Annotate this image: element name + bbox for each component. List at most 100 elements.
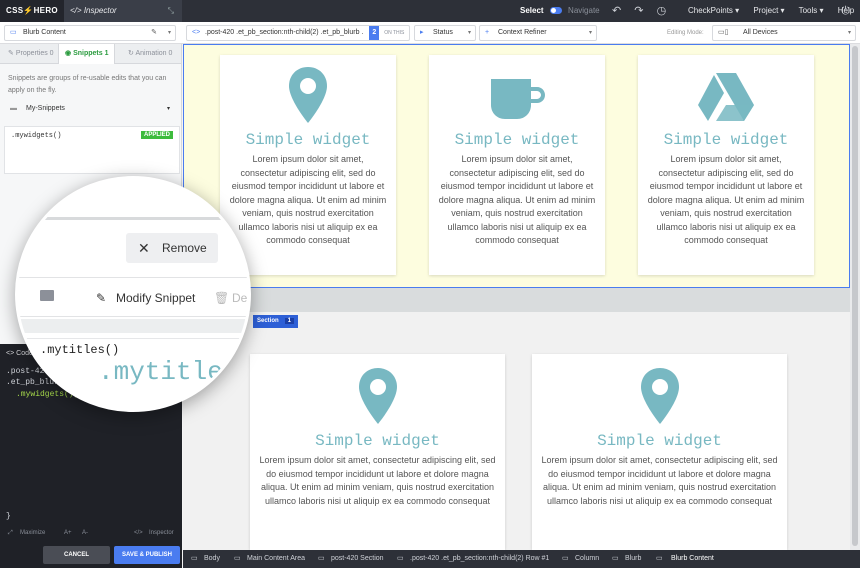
- widget-card[interactable]: Simple widget Lorem ipsum dolor sit amet…: [429, 55, 605, 275]
- history-icon[interactable]: ◷: [657, 5, 667, 17]
- section-label[interactable]: Section 1: [253, 315, 299, 328]
- menu-checkpoints[interactable]: CheckPoints ▾: [688, 6, 739, 15]
- snippets-icon: ◉: [65, 50, 72, 57]
- tab-properties-label: Properties 0: [15, 50, 54, 57]
- inspector-link[interactable]: Inspector: [149, 522, 174, 544]
- row-divider: [183, 288, 850, 312]
- code-icon: <>: [192, 29, 201, 36]
- code-icon: </>: [70, 6, 82, 15]
- cancel-button[interactable]: CANCEL: [43, 546, 110, 564]
- folder-name: My-Snippets: [26, 105, 65, 112]
- tab-properties[interactable]: ✎ Properties 0: [8, 44, 54, 64]
- font-decrease-button[interactable]: A-: [82, 522, 88, 544]
- widget-text: Lorem ipsum dolor sit amet, consectetur …: [259, 455, 496, 506]
- widget-card[interactable]: Simple widget Lorem ipsum dolor sit amet…: [220, 55, 396, 275]
- element-icon: ▭: [10, 29, 17, 36]
- folder-select[interactable]: ▬ My-Snippets ▾: [8, 101, 174, 117]
- widget-text: Lorem ipsum dolor sit amet, consectetur …: [647, 154, 805, 245]
- widget-text: Lorem ipsum dolor sit amet, consectetur …: [229, 154, 387, 245]
- snippet-name: .mytitles(): [40, 343, 120, 357]
- modify-snippet-label: Modify Snippet: [116, 291, 196, 305]
- menu-project[interactable]: Project ▾: [753, 6, 784, 15]
- history-controls: ↶ ↷ ◷: [612, 0, 676, 22]
- widget-text: Lorem ipsum dolor sit amet, consectetur …: [541, 455, 778, 506]
- delete-label: Delet: [232, 291, 251, 305]
- chevron-down-icon[interactable]: ▾: [168, 26, 171, 40]
- undo-icon[interactable]: ↶: [612, 5, 621, 17]
- close-icon: ✕: [138, 240, 150, 256]
- widget-title: Simple widget: [663, 131, 789, 149]
- folder-icon: [40, 290, 54, 301]
- mode-toggle-switch[interactable]: [549, 7, 562, 15]
- redo-icon[interactable]: ↷: [634, 5, 643, 17]
- mode-toggle[interactable]: Select Navigate: [520, 0, 600, 22]
- selector-field[interactable]: <> .post-420 .et_pb_section:nth-child(2)…: [186, 25, 410, 50]
- breadcrumb-item[interactable]: .post-420 .et_pb_section:nth-child(2) Ro…: [410, 550, 549, 568]
- animation-icon: ↻: [128, 50, 134, 57]
- page-canvas[interactable]: Section 1 Simple widget Lorem ipsum dolor…: [183, 44, 850, 550]
- maximize-button[interactable]: Maximize: [20, 522, 45, 544]
- magnified-divider: [18, 217, 248, 220]
- magnified-line: [18, 333, 248, 339]
- chevron-down-icon: ▾: [847, 30, 851, 36]
- chevron-down-icon: ▾: [588, 30, 592, 36]
- widget-title: Simple widget: [315, 432, 440, 450]
- devices-icon: ▭▯: [718, 29, 729, 36]
- devices-select[interactable]: ▭▯ All Devices ▾: [712, 25, 856, 41]
- element-select[interactable]: ▭ Blurb Content ✎ ▾: [4, 25, 176, 41]
- coffee-cup-icon: [491, 79, 545, 119]
- menu-tools[interactable]: Tools ▾: [799, 6, 824, 15]
- breadcrumb-item-current[interactable]: Blurb Content: [671, 550, 714, 568]
- widget-title: Simple widget: [597, 432, 722, 450]
- tab-snippets[interactable]: ◉ Snippets 1: [58, 44, 116, 64]
- snippet-actions-row: ✎ Modify Snippet 🗑 Delet: [18, 277, 251, 318]
- tab-inspector[interactable]: </> Inspector ⤡: [64, 0, 182, 22]
- status-label: Status: [433, 29, 453, 36]
- breadcrumb-icon: ▭: [612, 555, 619, 562]
- remove-button[interactable]: ✕ Remove: [126, 233, 218, 263]
- scrollbar[interactable]: [850, 44, 860, 550]
- edit-pen-icon[interactable]: ✎: [151, 26, 157, 40]
- chevron-down-icon: ▾: [467, 30, 471, 36]
- element-select-value: Blurb Content: [23, 29, 66, 36]
- breadcrumb-item[interactable]: Main Content Area: [247, 550, 305, 568]
- widget-card[interactable]: Simple widget Lorem ipsum dolor sit amet…: [250, 354, 505, 550]
- drive-icon: [698, 73, 754, 121]
- breadcrumb-item[interactable]: post-420 Section: [331, 550, 384, 568]
- map-pin-icon: [358, 368, 397, 424]
- context-refiner-label: Context Refiner: [498, 29, 547, 36]
- section-label-text: Section: [257, 318, 279, 324]
- modify-snippet-button[interactable]: ✎ Modify Snippet: [96, 278, 195, 318]
- devices-value: All Devices: [743, 29, 778, 36]
- status-select[interactable]: ▸ Status ▾: [414, 25, 476, 41]
- mode-select-label: Select: [520, 6, 544, 15]
- status-arrow-icon: ▸: [420, 29, 424, 36]
- selector-count-badge: 2: [369, 26, 380, 40]
- font-increase-button[interactable]: A+: [64, 522, 72, 544]
- collapse-icon[interactable]: ⤡: [168, 0, 174, 22]
- widget-card[interactable]: Simple widget Lorem ipsum dolor sit amet…: [638, 55, 814, 275]
- folder-icon: ▬: [10, 105, 17, 112]
- breadcrumb-item[interactable]: Body: [204, 550, 220, 568]
- editing-mode-label: Editing Mode:: [667, 30, 704, 36]
- breadcrumb-icon: ▭: [656, 555, 663, 562]
- action-bar: CANCEL SAVE & PUBLISH: [0, 544, 182, 568]
- snippet-card[interactable]: .mywidgets() APPLIED: [4, 126, 180, 174]
- trash-icon: 🗑: [214, 291, 230, 305]
- power-icon[interactable]: ⏻: [841, 0, 850, 22]
- save-publish-button[interactable]: SAVE & PUBLISH: [114, 546, 180, 564]
- maximize-icon[interactable]: ⤢: [8, 522, 13, 544]
- selector-bar: ▭ Blurb Content ✎ ▾ <> .post-420 .et_pb_…: [0, 22, 860, 50]
- delete-button[interactable]: 🗑 Delet: [214, 278, 251, 318]
- plus-icon: +: [485, 29, 490, 36]
- tab-animation-label: Animation 0: [135, 50, 173, 57]
- widget-card[interactable]: Simple widget Lorem ipsum dolor sit amet…: [532, 354, 787, 550]
- context-refiner-select[interactable]: + Context Refiner ▾: [479, 25, 597, 41]
- pencil-icon: ✎: [96, 291, 107, 305]
- scrollbar-thumb[interactable]: [852, 46, 858, 546]
- breadcrumb: ▭ Body ▭ Main Content Area ▭ post-420 Se…: [183, 550, 860, 568]
- tab-animation[interactable]: ↻ Animation 0: [128, 44, 172, 64]
- breadcrumb-item[interactable]: Column: [575, 550, 599, 568]
- breadcrumb-item[interactable]: Blurb: [625, 550, 641, 568]
- code-icon: </>: [134, 530, 143, 536]
